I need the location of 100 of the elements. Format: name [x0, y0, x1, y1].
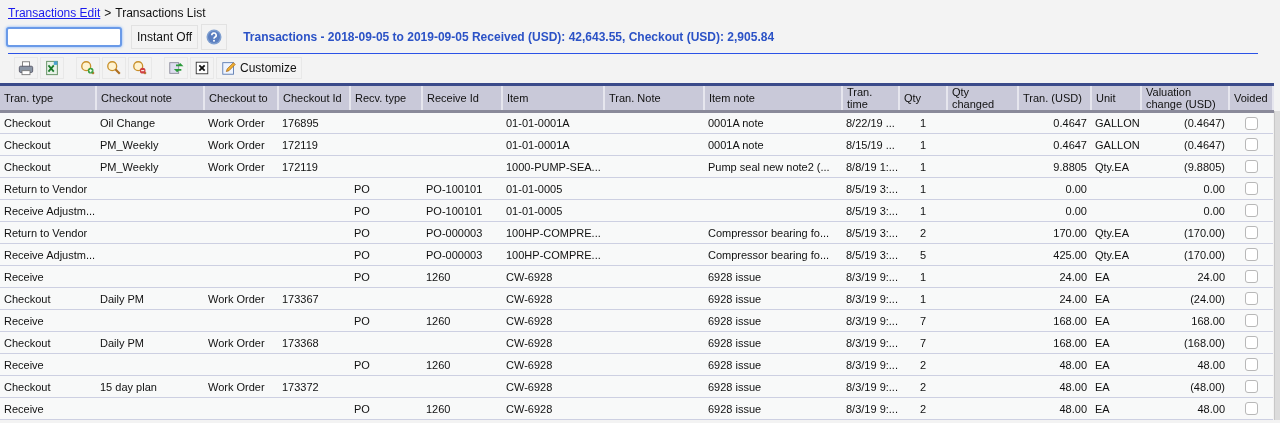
- table-cell: 1260: [426, 270, 451, 283]
- table-cell: PO-000003: [426, 248, 483, 261]
- checkbox[interactable]: [1244, 226, 1258, 240]
- table-cell: Work Order: [208, 117, 265, 129]
- refresh-icon[interactable]: [168, 60, 184, 76]
- table-cell: Receive: [4, 314, 44, 327]
- close-icon[interactable]: [194, 60, 210, 76]
- table-cell: 8/3/19 9:...: [846, 270, 898, 283]
- table-cell: 15 day plan: [100, 380, 157, 393]
- table-cell: 24.00: [1059, 292, 1087, 305]
- print-icon[interactable]: [18, 60, 34, 76]
- search-icon[interactable]: [106, 60, 122, 76]
- table-cell: Compressor bearing fo...: [708, 248, 830, 261]
- table-cell: 48.00: [1059, 358, 1087, 371]
- table-cell: 100HP-COMPRE...: [506, 226, 601, 239]
- table-cell: 48.00: [1059, 380, 1087, 393]
- table-cell: 6928 issue: [708, 270, 762, 283]
- table-cell: GALLON: [1095, 138, 1140, 151]
- table-cell: 173368: [282, 336, 319, 349]
- table-cell: PO: [354, 182, 370, 195]
- table-cell: 8/3/19 9:...: [846, 292, 898, 305]
- table-cell: CW-6928: [506, 314, 553, 327]
- checkbox[interactable]: [1244, 116, 1258, 130]
- checkbox[interactable]: [1244, 248, 1258, 262]
- table-cell: 0001A note: [708, 117, 764, 129]
- checkbox[interactable]: [1244, 336, 1258, 350]
- table-cell: Checkout: [4, 117, 51, 129]
- table-cell: 0.00: [1203, 204, 1225, 217]
- table-cell: 0.4647: [1053, 138, 1087, 151]
- spreadsheet-icon[interactable]: [44, 60, 60, 76]
- breadcrumb-separator: >: [104, 6, 112, 20]
- edit-icon: [221, 60, 237, 76]
- table-cell: Work Order: [208, 380, 265, 393]
- customize-button[interactable]: Customize: [216, 57, 302, 79]
- table-cell: 1: [919, 160, 927, 173]
- table-cell: 168.00: [1053, 314, 1087, 327]
- table-cell: PO: [354, 358, 370, 371]
- table-cell: (0.4647): [1184, 138, 1225, 151]
- table-cell: Work Order: [208, 292, 265, 305]
- breadcrumb-link[interactable]: Transactions Edit: [8, 6, 101, 20]
- table-cell: 8/3/19 9:...: [846, 380, 898, 393]
- table-cell: 01-01-0005: [506, 182, 563, 195]
- zoom-out-icon[interactable]: [132, 60, 148, 76]
- table-cell: EA: [1095, 336, 1110, 349]
- table-cell: Return to Vendor: [4, 182, 88, 195]
- table-cell: EA: [1095, 402, 1110, 415]
- table-cell: Qty.EA: [1095, 226, 1130, 239]
- instant-toggle-button[interactable]: Instant Off: [131, 25, 199, 49]
- table-cell: CW-6928: [506, 292, 553, 305]
- scrollbar[interactable]: [1274, 111, 1280, 420]
- summary-text: Transactions - 2018-09-05 to 2019-09-05 Received (USD): 42,643.55, Checkout (USD): 2,905.84: [243, 30, 775, 44]
- table-cell: 9.8805: [1053, 160, 1087, 173]
- checkbox[interactable]: [1244, 182, 1258, 196]
- table-cell: PO: [354, 226, 370, 239]
- table-cell: PO: [354, 248, 370, 261]
- table-cell: 1000-PUMP-SEA...: [506, 160, 601, 173]
- table-cell: Qty.EA: [1095, 248, 1130, 261]
- table-cell: 8/8/19 1:...: [846, 160, 898, 173]
- table-cell: 2: [919, 402, 927, 415]
- help-icon[interactable]: [206, 29, 223, 45]
- table-cell: CW-6928: [506, 380, 553, 393]
- table-cell: Qty.EA: [1095, 160, 1130, 173]
- table-cell: 425.00: [1053, 248, 1087, 261]
- table-cell: 6928 issue: [708, 358, 762, 371]
- table-cell: 0.4647: [1053, 117, 1087, 129]
- table-cell: Receive: [4, 270, 44, 283]
- table-cell: (170.00): [1184, 226, 1225, 239]
- table-cell: 8/3/19 9:...: [846, 314, 898, 327]
- search-field[interactable]: [6, 27, 122, 47]
- table-cell: 100HP-COMPRE...: [506, 248, 601, 261]
- table-cell: (48.00): [1190, 380, 1225, 393]
- table-cell: Pump seal new note2 (...: [708, 160, 830, 173]
- checkbox[interactable]: [1244, 314, 1258, 328]
- checkbox[interactable]: [1244, 160, 1258, 174]
- table-cell: (24.00): [1190, 292, 1225, 305]
- table-cell: PO: [354, 204, 370, 217]
- checkbox[interactable]: [1244, 292, 1258, 306]
- checkbox[interactable]: [1244, 380, 1258, 394]
- table-cell: PO-100101: [426, 182, 483, 195]
- table-cell: EA: [1095, 314, 1110, 327]
- table-cell: 172119: [282, 138, 318, 151]
- table-cell: Checkout: [4, 336, 51, 349]
- table-cell: 176895: [282, 117, 319, 129]
- table-cell: 6928 issue: [708, 380, 762, 393]
- table-cell: PO: [354, 314, 370, 327]
- table-cell: PO-000003: [426, 226, 483, 239]
- table-cell: EA: [1095, 380, 1110, 393]
- table-cell: (9.8805): [1184, 160, 1225, 173]
- table-cell: 1260: [426, 402, 451, 415]
- checkbox[interactable]: [1244, 402, 1258, 416]
- table-cell: 0.00: [1065, 182, 1087, 195]
- table-cell: 48.00: [1059, 402, 1087, 415]
- checkbox[interactable]: [1244, 358, 1258, 372]
- checkbox[interactable]: [1244, 270, 1258, 284]
- checkbox[interactable]: [1244, 138, 1258, 152]
- table-cell: 0.00: [1065, 204, 1087, 217]
- table-cell: CW-6928: [506, 402, 553, 415]
- checkbox[interactable]: [1244, 204, 1258, 218]
- zoom-in-icon[interactable]: [80, 60, 96, 76]
- table-cell: 173372: [282, 380, 319, 393]
